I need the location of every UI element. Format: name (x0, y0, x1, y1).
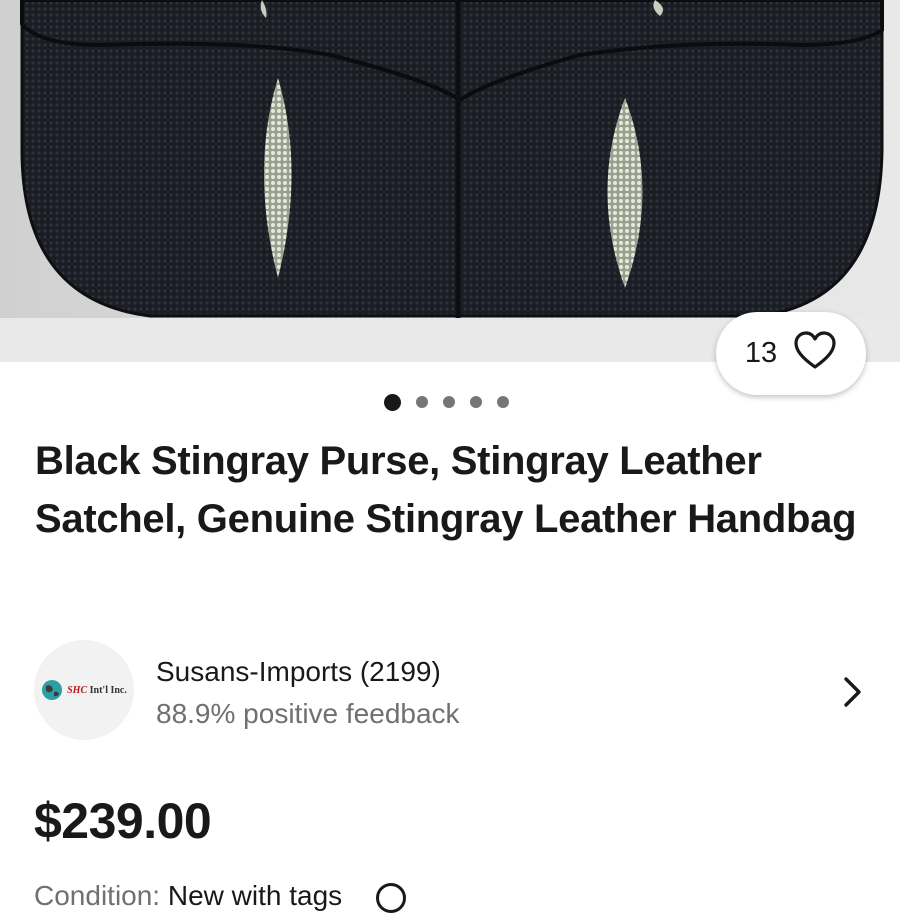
chevron-right-icon[interactable] (840, 676, 864, 713)
seller-logo-text: SHC Int'l Inc. (67, 684, 127, 696)
watchers-count: 13 (744, 337, 778, 369)
watchers-button[interactable]: 13 (716, 312, 866, 395)
condition-value: New with tags (167, 880, 343, 911)
carousel-dot[interactable] (443, 396, 455, 408)
seller-card[interactable]: SHC Int'l Inc. Susans-Imports (2199) 88.… (34, 640, 874, 740)
seller-avatar: SHC Int'l Inc. (34, 640, 134, 740)
product-image-carousel[interactable] (0, 0, 900, 362)
carousel-pagination (384, 393, 509, 411)
carousel-dot[interactable] (470, 396, 482, 408)
condition-row: Condition: New with tags (34, 880, 406, 913)
condition-label: Condition: (34, 880, 161, 911)
carousel-dot-active[interactable] (384, 393, 401, 411)
listing-title: Black Stingray Purse, Stingray Leather S… (35, 439, 857, 541)
info-icon[interactable] (375, 882, 406, 913)
price: $239.00 (34, 793, 212, 849)
heart-icon (793, 331, 837, 376)
globe-icon (42, 680, 63, 700)
seller-feedback: 88.9% positive feedback (156, 698, 460, 729)
carousel-dot[interactable] (497, 396, 509, 408)
product-photo (0, 0, 900, 362)
seller-name: Susans-Imports (2199) (156, 656, 441, 687)
carousel-dot[interactable] (416, 396, 428, 408)
